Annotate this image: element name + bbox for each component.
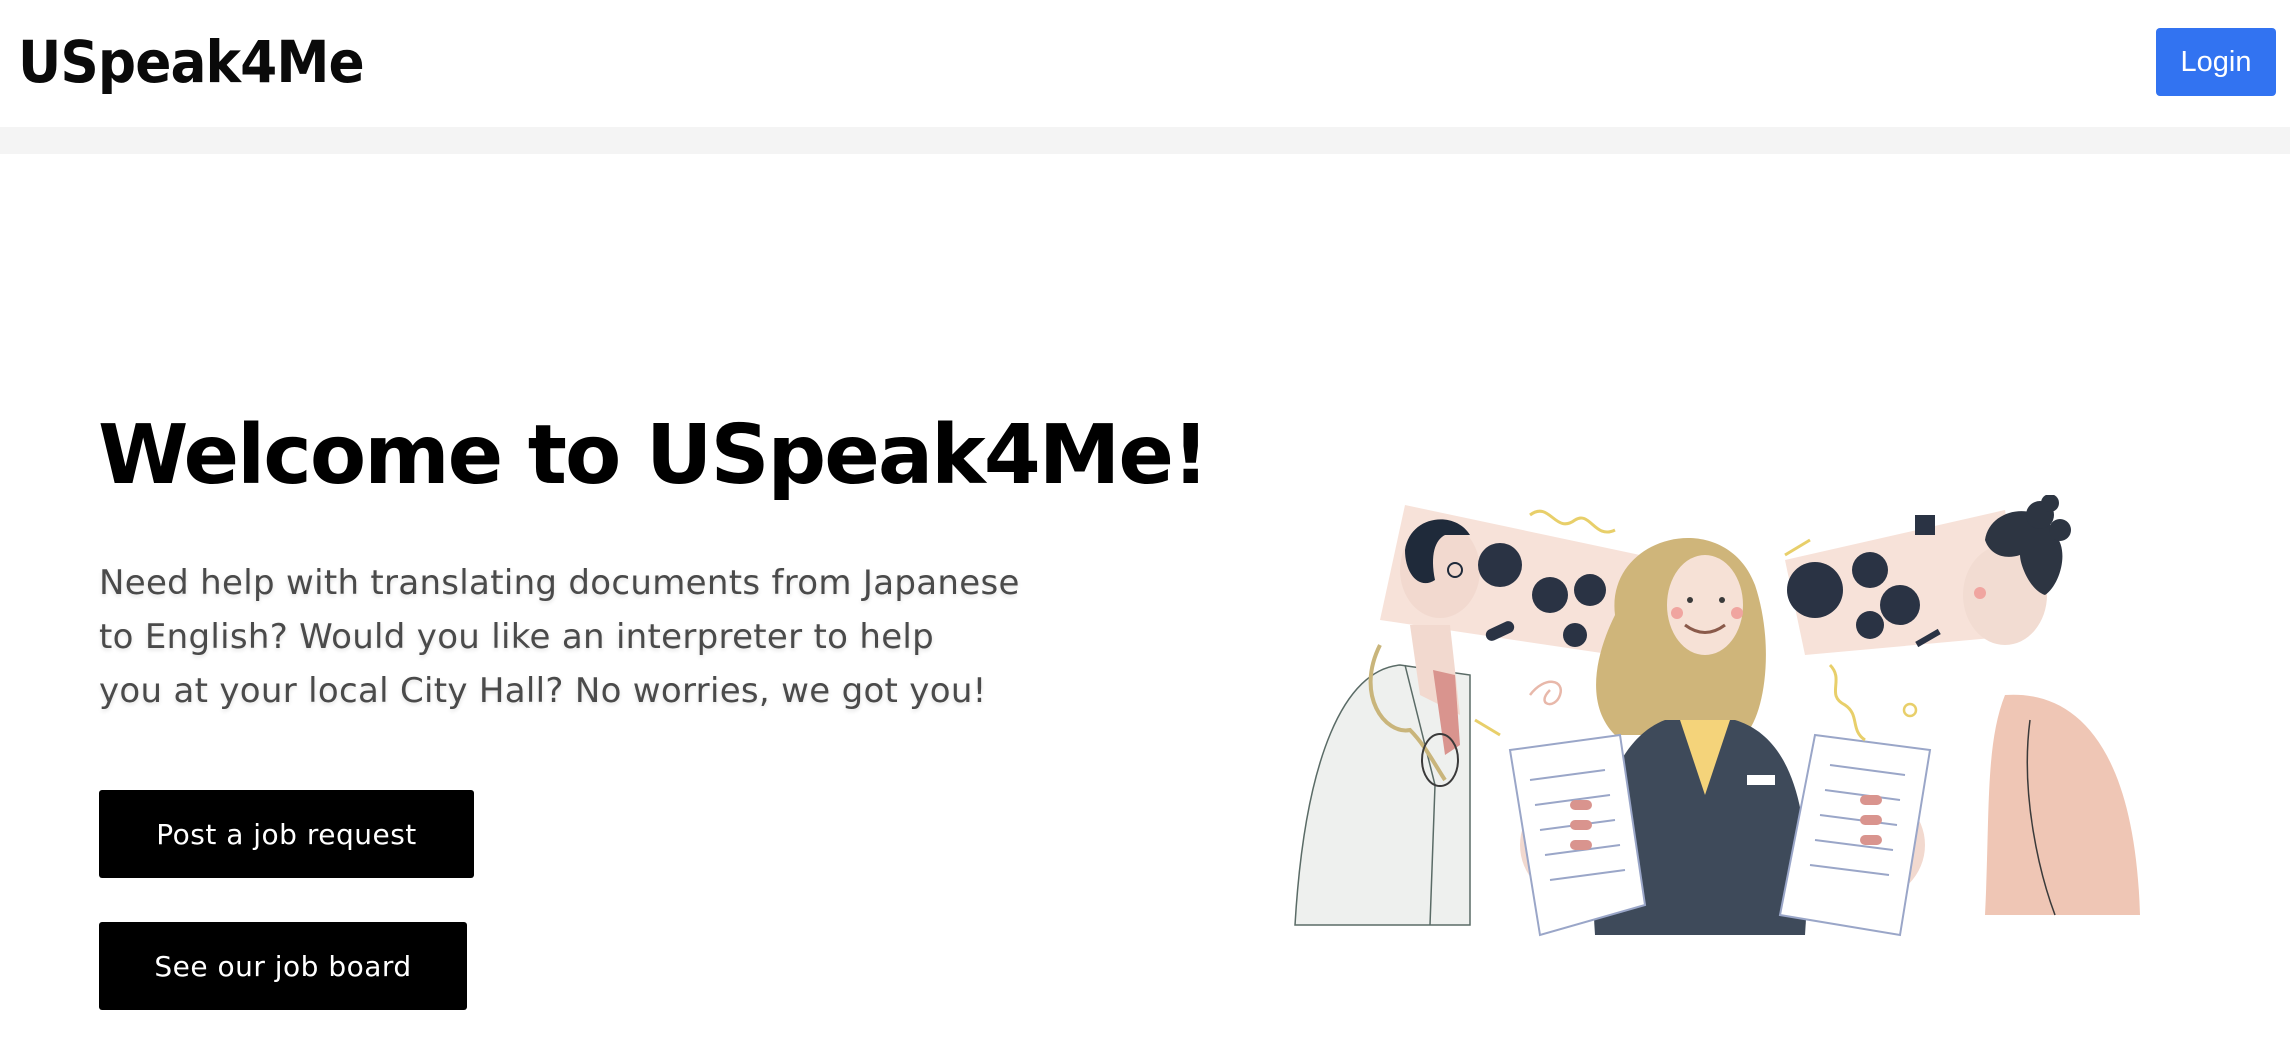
hero-description-line: you at your local City Hall? No worries,… [99,671,987,711]
right-document [1778,733,1932,937]
left-document [1508,733,1647,937]
brand-logo[interactable]: USpeak4Me [18,28,365,96]
translators-illustration-icon [1294,495,2140,937]
navbar: USpeak4Me Login [0,0,2290,127]
right-person-body [1985,694,2140,915]
post-job-request-button[interactable]: Post a job request [99,790,474,878]
hero-title: Welcome to USpeak4Me! [98,408,1209,503]
hero-description-line: to English? Would you like an interprete… [99,617,935,657]
see-job-board-button[interactable]: See our job board [99,922,467,1010]
login-button[interactable]: Login [2156,28,2276,96]
hero-description: Need help with translating documents fro… [99,556,1079,718]
header-divider [0,127,2290,154]
hero-description-line: Need help with translating documents fro… [99,563,1020,603]
